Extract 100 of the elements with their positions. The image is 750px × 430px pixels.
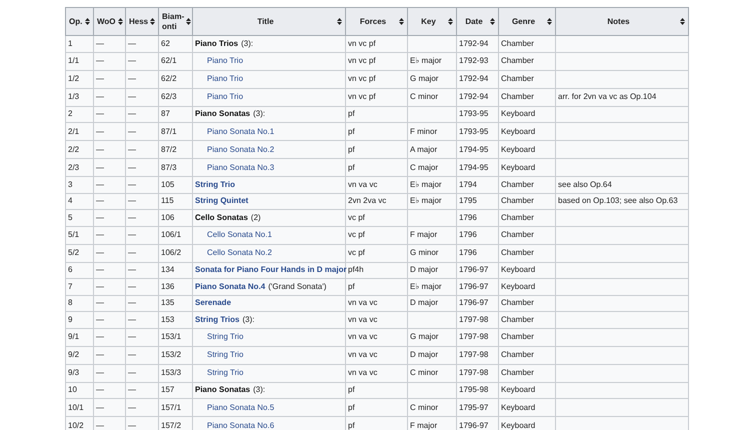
table-cell: — <box>94 312 126 328</box>
table-cell: 2 <box>66 106 94 122</box>
title-link[interactable]: String Trio <box>207 349 244 361</box>
table-cell: 153/3 <box>158 364 192 382</box>
column-header[interactable]: Genre <box>498 8 556 36</box>
table-cell: — <box>126 140 158 158</box>
table-cell: Chamber <box>498 88 556 106</box>
column-header[interactable]: Key <box>408 8 456 36</box>
table-cell: pf <box>346 278 408 295</box>
table-cell: 135 <box>158 295 192 312</box>
table-cell: C minor <box>408 364 456 382</box>
table-cell: — <box>94 106 126 122</box>
column-header[interactable]: WoO <box>94 8 126 36</box>
table-cell: — <box>126 382 158 398</box>
title-link[interactable]: Piano Trio <box>207 91 244 103</box>
table-cell: 10/2 <box>66 416 94 430</box>
table-cell: 1794-95 <box>456 140 498 158</box>
table-cell: D major <box>408 262 456 278</box>
title-note: (3): <box>253 384 266 396</box>
table-cell: 1 <box>66 36 94 52</box>
title-note: (3): <box>253 108 266 120</box>
table-cell: 1796-97 <box>456 278 498 295</box>
table-cell: — <box>94 364 126 382</box>
sort-icon <box>490 18 495 25</box>
table-cell: — <box>126 70 158 88</box>
table-cell: — <box>126 346 158 364</box>
table-cell: — <box>94 398 126 416</box>
table-cell: — <box>94 295 126 312</box>
sort-icon <box>448 18 453 25</box>
table-cell: G major <box>408 328 456 346</box>
title-link[interactable]: Serenade <box>195 297 232 310</box>
table-cell: 1796 <box>456 226 498 244</box>
table-cell: — <box>126 364 158 382</box>
table-cell: based on Op.103; see also Op.63 <box>556 193 688 210</box>
table-cell: 1/3 <box>66 88 94 106</box>
column-header[interactable]: Biam- onti <box>158 8 192 36</box>
table-cell: C minor <box>408 88 456 106</box>
table-cell: 1796-97 <box>456 416 498 430</box>
table-cell: pf <box>346 382 408 398</box>
title-link[interactable]: String Trio <box>195 178 235 191</box>
column-header[interactable]: Notes <box>556 8 688 36</box>
table-cell: vn va vc <box>346 328 408 346</box>
table-cell: 1796-97 <box>456 262 498 278</box>
sort-icon <box>399 18 404 25</box>
table-cell: 157/2 <box>158 416 192 430</box>
title-link[interactable]: String Trio <box>207 331 244 343</box>
sort-icon <box>680 18 685 25</box>
table-cell: Chamber <box>498 36 556 52</box>
title-link[interactable]: String Trio <box>207 367 244 379</box>
table-cell: — <box>126 328 158 346</box>
table-cell: 4 <box>66 193 94 210</box>
title-link[interactable]: Piano Sonata No.4 <box>195 280 266 293</box>
table-cell: Keyboard <box>498 278 556 295</box>
table-cell: 105 <box>158 176 192 193</box>
table-cell: vn vc pf <box>346 88 408 106</box>
table-cell: 1792-94 <box>456 36 498 52</box>
table-cell: 5/2 <box>66 244 94 262</box>
column-header[interactable]: Title <box>192 8 346 36</box>
table-cell: 8 <box>66 295 94 312</box>
table-cell: 1796 <box>456 244 498 262</box>
table-cell: 106/1 <box>158 226 192 244</box>
table-cell: C minor <box>408 398 456 416</box>
table-cell: — <box>94 226 126 244</box>
table-cell: pf <box>346 158 408 176</box>
table-cell: — <box>94 416 126 430</box>
table-cell: — <box>126 106 158 122</box>
table-cell: 1796 <box>456 210 498 226</box>
table-cell: 1794 <box>456 176 498 193</box>
table-cell: vn va vc <box>346 364 408 382</box>
table-cell <box>408 210 456 226</box>
table-cell: 62/1 <box>158 52 192 70</box>
table-cell: arr. for 2vn va vc as Op.104 <box>556 88 688 106</box>
column-header[interactable]: Hess <box>126 8 158 36</box>
table-cell: 9/3 <box>66 364 94 382</box>
sort-icon <box>118 18 123 25</box>
table-cell: Keyboard <box>498 140 556 158</box>
table-cell: Chamber <box>498 244 556 262</box>
table-cell: 2/2 <box>66 140 94 158</box>
column-header[interactable]: Forces <box>346 8 408 36</box>
table-cell: pf <box>346 140 408 158</box>
table-cell: 1796-97 <box>456 295 498 312</box>
title-link[interactable]: String Trios <box>195 314 240 326</box>
sort-icon <box>85 18 90 25</box>
table-cell: vc pf <box>346 244 408 262</box>
title-link[interactable]: Piano Trio <box>207 55 244 67</box>
table-cell <box>408 382 456 398</box>
title-text: Piano Trios <box>195 38 238 50</box>
title-link[interactable]: Piano Trio <box>207 73 244 85</box>
table-cell: Chamber <box>498 193 556 210</box>
table-cell: 1795-98 <box>456 382 498 398</box>
table-cell: — <box>94 244 126 262</box>
column-header[interactable]: Op. <box>66 8 94 36</box>
title-text: Piano Sonatas <box>195 384 250 396</box>
column-header[interactable]: Date <box>456 8 498 36</box>
table-cell: E♭ major <box>408 52 456 70</box>
table-cell: 9/1 <box>66 328 94 346</box>
table-cell: pf <box>346 416 408 430</box>
table-cell: — <box>126 226 158 244</box>
table-cell: 7 <box>66 278 94 295</box>
table-cell: vn vc pf <box>346 52 408 70</box>
